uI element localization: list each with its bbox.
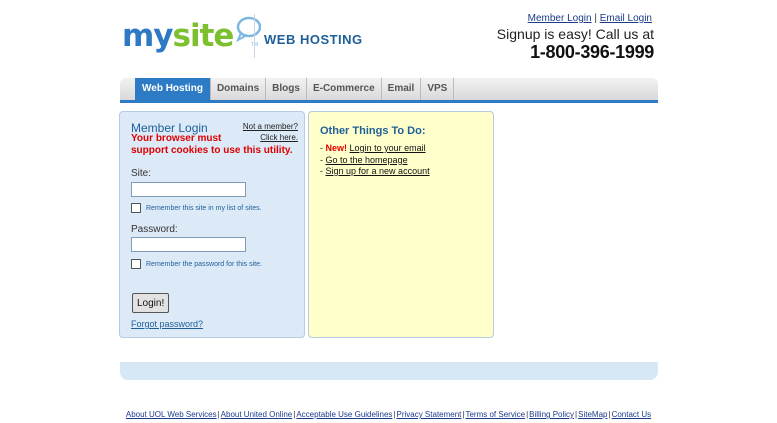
remember-password-label: Remember the password for this site.	[146, 260, 262, 268]
member-login-panel: Member Login Not a member? Click here. Y…	[119, 111, 305, 338]
footer-separator: |	[217, 410, 220, 419]
tab-e-commerce[interactable]: E-Commerce	[307, 78, 382, 100]
forgot-password-link[interactable]: Forgot password?	[131, 319, 203, 329]
remember-site-label: Remember this site in my list of sites.	[146, 204, 262, 212]
other-things-list: - New! Login to your email - Go to the h…	[320, 143, 430, 178]
remember-site-row: Remember this site in my list of sites.	[131, 203, 262, 213]
nav-tabs: Web Hosting Domains Blogs E-Commerce Ema…	[135, 78, 455, 100]
site-input[interactable]	[131, 182, 246, 197]
footer-links: About UOL Web Services|About United Onli…	[0, 410, 777, 419]
logo-text: mysite	[122, 17, 235, 54]
remember-password-checkbox[interactable]	[131, 259, 141, 269]
footer-link-privacy[interactable]: Privacy Statement	[396, 410, 461, 419]
phone-number: 1-800-396-1999	[530, 42, 654, 62]
new-badge: New!	[325, 143, 348, 153]
list-item: - New! Login to your email	[320, 143, 430, 155]
footer-separator: |	[608, 410, 611, 419]
main-nav: Web Hosting Domains Blogs E-Commerce Ema…	[120, 78, 658, 103]
speech-bubble-icon: TM	[236, 16, 262, 48]
tab-domains[interactable]: Domains	[211, 78, 267, 100]
header-links: Member Login | Email Login	[528, 13, 652, 24]
tab-web-hosting[interactable]: Web Hosting	[135, 78, 211, 100]
footer-link-terms[interactable]: Terms of Service	[465, 410, 525, 419]
member-login-link[interactable]: Member Login	[528, 13, 592, 24]
list-item: - Go to the homepage	[320, 155, 430, 167]
forgot-password: Forgot password?	[131, 319, 203, 329]
password-label: Password:	[131, 224, 178, 235]
footer-link-sitemap[interactable]: SiteMap	[578, 410, 607, 419]
logo-site: site	[172, 17, 235, 54]
footer-link-about-uol[interactable]: About UOL Web Services	[126, 410, 217, 419]
logo-my: my	[122, 17, 174, 54]
site-logo[interactable]: mysite TM	[122, 16, 262, 56]
footer-separator: |	[575, 410, 578, 419]
signup-account-link[interactable]: Sign up for a new account	[326, 166, 430, 176]
footer-separator: |	[526, 410, 529, 419]
list-bullet: -	[320, 143, 323, 153]
login-email-link[interactable]: Login to your email	[350, 143, 426, 153]
footer-link-acceptable-use[interactable]: Acceptable Use Guidelines	[296, 410, 392, 419]
signup-text: Signup is easy! Call us at	[496, 26, 654, 42]
site-subtitle: WEB HOSTING	[264, 32, 363, 47]
list-item: - Sign up for a new account	[320, 166, 430, 178]
site-label: Site:	[131, 168, 152, 179]
remember-site-checkbox[interactable]	[131, 203, 141, 213]
header-link-separator: |	[594, 13, 597, 24]
cookie-warning-line1: Your browser must	[131, 133, 222, 144]
list-bullet: -	[320, 154, 323, 165]
password-input[interactable]	[131, 237, 246, 252]
tab-vps[interactable]: VPS	[421, 78, 455, 100]
content-bottom-bar	[120, 362, 658, 380]
homepage-link[interactable]: Go to the homepage	[326, 155, 408, 165]
footer-link-contact[interactable]: Contact Us	[612, 410, 652, 419]
logo-tm: TM	[251, 42, 258, 48]
footer-link-about-united-online[interactable]: About United Online	[221, 410, 293, 419]
remember-password-row: Remember the password for this site.	[131, 259, 262, 269]
login-button[interactable]: Login!	[132, 293, 170, 313]
cookie-warning-line2: support cookies to use this utility.	[131, 145, 293, 156]
email-login-link[interactable]: Email Login	[600, 13, 652, 24]
cookie-warning: Your browser must support cookies to use…	[131, 133, 306, 157]
footer-link-billing[interactable]: Billing Policy	[529, 410, 574, 419]
other-things-title: Other Things To Do:	[320, 125, 426, 137]
header-divider	[254, 14, 255, 58]
list-bullet: -	[320, 166, 323, 176]
tab-blogs[interactable]: Blogs	[266, 78, 307, 100]
not-member-line1[interactable]: Not a member?	[243, 122, 298, 131]
tab-email[interactable]: Email	[382, 78, 422, 100]
other-things-panel: Other Things To Do: - New! Login to your…	[308, 111, 494, 338]
